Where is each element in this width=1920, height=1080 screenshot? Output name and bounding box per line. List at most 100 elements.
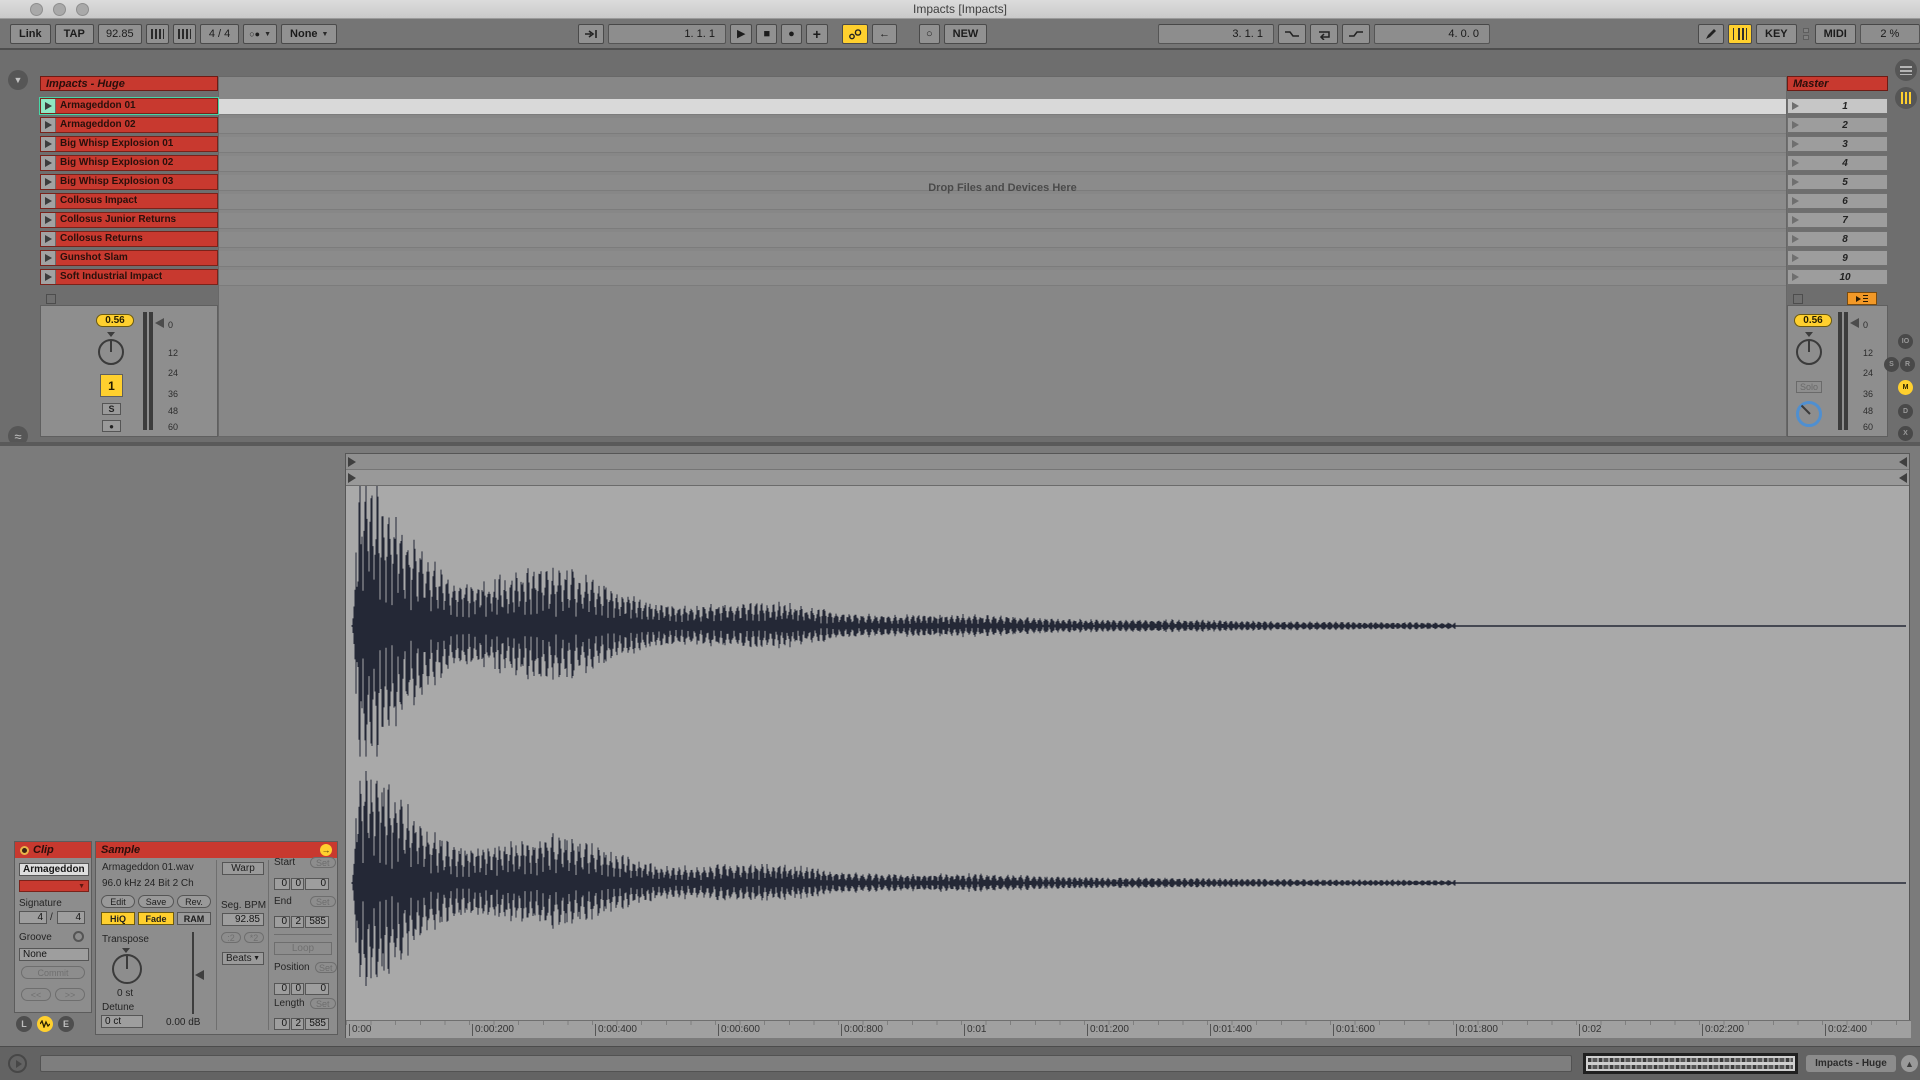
capture-new-scene-button[interactable]: NEW (944, 24, 988, 44)
follow-button[interactable] (578, 24, 604, 44)
hiq-toggle[interactable]: HiQ (101, 912, 135, 925)
groove-pool-icon[interactable] (73, 931, 84, 942)
browser-toggle[interactable]: ▼ (8, 70, 28, 90)
tap-tempo-button[interactable]: TAP (55, 24, 94, 44)
loop-button[interactable] (1310, 24, 1338, 44)
clip-play-button[interactable] (41, 175, 56, 189)
position-value[interactable]: 0 (291, 983, 304, 995)
warp-button[interactable]: Warp (222, 862, 264, 875)
solo-button[interactable]: S (102, 403, 121, 415)
scene-slot[interactable]: 2 (1787, 117, 1888, 133)
current-clip-chip[interactable]: Impacts - Huge (1806, 1055, 1896, 1072)
clip-activator-toggle[interactable] (20, 846, 29, 855)
clip-slot[interactable]: Collosus Returns (40, 231, 218, 247)
scene-slot[interactable]: 8 (1787, 231, 1888, 247)
scene-play-button[interactable] (1788, 121, 1803, 129)
session-grid-row[interactable] (219, 213, 1786, 229)
half-tempo-button[interactable]: :2 (221, 932, 241, 943)
computer-midi-keyboard-button[interactable] (1728, 24, 1752, 44)
clip-stop-button[interactable] (46, 294, 56, 304)
clip-overview-toggle[interactable] (1895, 59, 1917, 81)
seg-bpm-field[interactable]: 92.85 (222, 913, 264, 926)
reenable-automation-button[interactable]: ← (872, 24, 897, 44)
groove-field[interactable]: None (19, 948, 89, 961)
session-grid-row[interactable] (219, 99, 1786, 115)
arrangement-position-field[interactable]: 1. 1. 1 (608, 24, 726, 44)
loop-end-marker-icon[interactable] (1899, 473, 1907, 483)
nudge-forward-button[interactable]: >> (55, 988, 85, 1001)
length-set-button[interactable]: Set (310, 998, 336, 1009)
clip-color-chooser[interactable]: ▼ (19, 880, 89, 892)
scene-play-button[interactable] (1788, 178, 1803, 186)
clip-play-button[interactable] (41, 99, 56, 113)
scene-play-button[interactable] (1788, 254, 1803, 262)
automation-arm-button[interactable] (842, 24, 868, 44)
scene-slot[interactable]: 10 (1787, 269, 1888, 285)
draw-mode-button[interactable] (1698, 24, 1724, 44)
clip-play-button[interactable] (41, 137, 56, 151)
crossfader-toggle[interactable]: X (1898, 426, 1913, 441)
sends-section-toggle[interactable]: S (1884, 357, 1899, 372)
double-tempo-button[interactable]: *2 (244, 932, 264, 943)
transpose-knob[interactable] (112, 954, 142, 984)
scrub-area[interactable] (346, 454, 1909, 470)
loop-start-field[interactable]: 3. 1. 1 (1158, 24, 1274, 44)
edit-button[interactable]: Edit (101, 895, 135, 908)
gain-slider-handle[interactable] (195, 970, 204, 980)
master-volume-fader-handle[interactable] (1850, 318, 1859, 328)
loop-brace-area[interactable] (346, 470, 1909, 486)
clip-slot[interactable]: Collosus Junior Returns (40, 212, 218, 228)
session-grid-row[interactable] (219, 156, 1786, 172)
stop-all-clips-button[interactable] (1793, 294, 1803, 304)
clip-slot[interactable]: Collosus Impact (40, 193, 218, 209)
mixer-section-toggle[interactable] (1895, 87, 1917, 109)
preview-button[interactable] (8, 1054, 27, 1073)
link-button[interactable]: Link (10, 24, 51, 44)
clip-play-button[interactable] (41, 213, 56, 227)
play-button[interactable]: ▶ (730, 24, 752, 44)
end-value[interactable]: 585 (305, 916, 329, 928)
loop-start-marker-icon[interactable] (348, 473, 356, 483)
scene-slot[interactable]: 4 (1787, 155, 1888, 171)
length-value[interactable]: 585 (305, 1018, 329, 1030)
session-grid-row[interactable] (219, 232, 1786, 248)
scene-play-button[interactable] (1788, 235, 1803, 243)
key-map-button[interactable]: KEY (1756, 24, 1797, 44)
quantization-menu[interactable]: None ▼ (281, 24, 337, 44)
scene-play-button[interactable] (1788, 140, 1803, 148)
scene-play-button[interactable] (1788, 159, 1803, 167)
nudge-back-button[interactable]: << (21, 988, 51, 1001)
scene-slot[interactable]: 1 (1787, 98, 1888, 114)
stop-button[interactable]: ■ (756, 24, 777, 44)
nudge-down-button[interactable] (146, 24, 169, 44)
end-marker-icon[interactable] (1899, 457, 1907, 467)
detune-field[interactable]: 0 ct (101, 1015, 143, 1028)
tempo-field[interactable]: 92.85 (98, 24, 142, 44)
scene-play-button[interactable] (1788, 273, 1803, 281)
ram-toggle[interactable]: RAM (177, 912, 211, 925)
clip-play-button[interactable] (41, 232, 56, 246)
start-value[interactable]: 0 (274, 878, 290, 890)
scene-play-button[interactable] (1788, 197, 1803, 205)
clip-slot[interactable]: Armageddon 02 (40, 117, 218, 133)
start-value[interactable]: 0 (305, 878, 329, 890)
scene-play-button[interactable] (1788, 216, 1803, 224)
cue-volume-knob[interactable] (1796, 401, 1822, 427)
end-value[interactable]: 2 (291, 916, 304, 928)
clip-play-button[interactable] (41, 270, 56, 284)
returns-section-toggle[interactable]: R (1900, 357, 1915, 372)
scene-slot[interactable]: 6 (1787, 193, 1888, 209)
clip-play-button[interactable] (41, 194, 56, 208)
clip-slot[interactable]: Big Whisp Explosion 02 (40, 155, 218, 171)
start-set-button[interactable]: Set (310, 857, 336, 868)
clip-slot[interactable]: Big Whisp Explosion 01 (40, 136, 218, 152)
track-delay-toggle[interactable]: D (1898, 404, 1913, 419)
track-activator[interactable]: 1 (100, 374, 123, 397)
reverse-button[interactable]: Rev. (177, 895, 211, 908)
session-grid-row[interactable] (219, 251, 1786, 267)
show-detail-toggle[interactable]: ▲ (1901, 1055, 1918, 1072)
loop-toggle[interactable]: Loop (274, 942, 332, 955)
volume-fader-handle[interactable] (155, 318, 164, 328)
launch-box-toggle[interactable]: L (16, 1016, 32, 1032)
end-set-button[interactable]: Set (310, 896, 336, 907)
